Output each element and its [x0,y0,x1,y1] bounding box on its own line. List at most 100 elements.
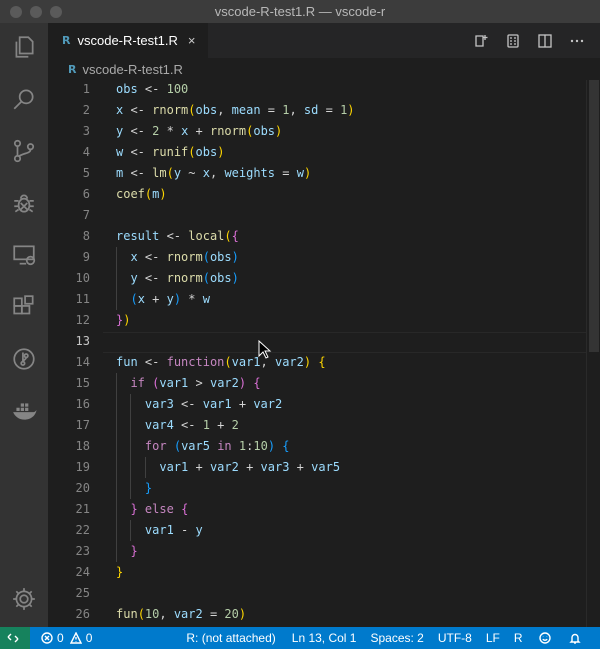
line-number[interactable]: 24 [48,562,90,583]
line-number[interactable]: 18 [48,436,90,457]
tab-vscode-r-test1[interactable]: R vscode-R-test1.R × [48,23,208,58]
feedback-smiley-icon[interactable] [534,627,560,649]
line-number[interactable]: 23 [48,541,90,562]
more-actions-icon[interactable] [568,32,586,50]
code-line[interactable]: 15 if (var1 > var2) { [48,373,586,394]
code-line[interactable]: 24} [48,562,586,583]
code-line[interactable]: 17 var4 <- 1 + 2 [48,415,586,436]
code-text: y <- rnorm(obs) [116,268,238,289]
line-number[interactable]: 26 [48,604,90,625]
code-token: obs [195,145,218,159]
line-number[interactable]: 13 [48,331,90,352]
line-number[interactable]: 14 [48,352,90,373]
code-line[interactable]: 4 w <- runif(obs) [48,142,586,163]
line-number[interactable]: 25 [48,583,90,604]
encoding-status[interactable]: UTF-8 [433,627,477,649]
line-number[interactable]: 5 [48,163,90,184]
docker-icon[interactable] [0,387,48,435]
code-line[interactable]: 19 var1 + var2 + var3 + var5 [48,457,586,478]
code-token: = [275,166,297,180]
code-editor[interactable]: 1 obs <- 100 2 x <- rnorm(obs, mean = 1, sd… [48,80,600,627]
eol-status[interactable]: LF [481,627,505,649]
code-line[interactable]: 7 [48,205,586,226]
line-number[interactable]: 3 [48,121,90,142]
line-number[interactable]: 4 [48,142,90,163]
breadcrumb-file[interactable]: vscode-R-test1.R [82,62,182,77]
code-line[interactable]: 22 var1 - y [48,520,586,541]
editor-scrollbar[interactable] [586,80,600,627]
code-line[interactable]: 6 coef(m) [48,184,586,205]
explorer-icon[interactable] [0,23,48,71]
notifications-bell-icon[interactable] [564,627,590,649]
line-number[interactable]: 20 [48,478,90,499]
code-line[interactable]: 23 } [48,541,586,562]
code-line[interactable]: 21 } else { [48,499,586,520]
code-token: <- [123,166,153,180]
code-line[interactable]: 25 [48,583,586,604]
indentation-status[interactable]: Spaces: 2 [365,627,428,649]
close-icon[interactable]: × [188,33,196,48]
code-line[interactable]: 20 } [48,478,586,499]
debug-icon[interactable] [0,179,48,227]
code-token: { [318,355,326,369]
line-number[interactable]: 9 [48,247,90,268]
preview-icon[interactable] [504,32,522,50]
line-number[interactable]: 17 [48,415,90,436]
line-number[interactable]: 12 [48,310,90,331]
split-editor-icon[interactable] [536,32,554,50]
scrollbar-thumb[interactable] [589,80,599,352]
breadcrumb[interactable]: R vscode-R-test1.R [48,58,600,80]
code-line[interactable]: 2 x <- rnorm(obs, mean = 1, sd = 1) [48,100,586,121]
code-line[interactable]: 3 y <- 2 * x + rnorm(obs) [48,121,586,142]
code-token: in [217,439,232,453]
code-line[interactable]: 10 y <- rnorm(obs) [48,268,586,289]
code-token: var3 [144,397,174,411]
line-number[interactable]: 22 [48,520,90,541]
code-line[interactable]: 12}) [48,310,586,331]
line-number[interactable]: 7 [48,205,90,226]
extensions-icon[interactable] [0,283,48,331]
line-number[interactable]: 8 [48,226,90,247]
cursor-position[interactable]: Ln 13, Col 1 [287,627,362,649]
code-line[interactable]: 16 var3 <- var1 + var2 [48,394,586,415]
remote-indicator[interactable] [0,627,30,649]
line-number[interactable]: 6 [48,184,90,205]
maximize-window-button[interactable] [50,6,62,18]
close-window-button[interactable] [10,6,22,18]
git-graph-icon[interactable] [0,335,48,383]
r-session-status[interactable]: R: (not attached) [181,627,280,649]
language-mode[interactable]: R [509,627,528,649]
code-token: 10 [253,439,268,453]
code-line[interactable]: 9 x <- rnorm(obs) [48,247,586,268]
line-number[interactable]: 19 [48,457,90,478]
source-control-icon[interactable] [0,127,48,175]
problems-indicator[interactable]: 0 0 [36,627,97,649]
code-token: var1 [159,460,189,474]
code-line[interactable]: 8 result <- local({ [48,226,586,247]
line-number[interactable]: 11 [48,289,90,310]
code-token: ( [188,145,196,159]
code-token: mean [231,103,261,117]
run-source-icon[interactable] [472,32,490,50]
line-number[interactable]: 21 [48,499,90,520]
line-number[interactable]: 16 [48,394,90,415]
minimize-window-button[interactable] [30,6,42,18]
code-line[interactable]: 18 for (var5 in 1:10) { [48,436,586,457]
code-line[interactable]: 5 m <- lm(y ~ x, weights = w) [48,163,586,184]
code-token: 10 [144,607,160,621]
search-icon[interactable] [0,75,48,123]
line-number[interactable]: 15 [48,373,90,394]
code-line[interactable]: 26 fun(10, var2 = 20) [48,604,586,625]
remote-explorer-icon[interactable] [0,231,48,279]
code-line[interactable]: 1 obs <- 100 [48,80,586,100]
line-number[interactable]: 2 [48,100,90,121]
line-number[interactable]: 10 [48,268,90,289]
code-token: ( [224,355,232,369]
code-line[interactable]: 11 (x + y) * w [48,289,586,310]
code-line[interactable]: 14 fun <- function(var1, var2) { [48,352,586,373]
settings-gear-icon[interactable] [0,575,48,623]
code-line[interactable]: 13 [48,331,586,352]
window-controls[interactable] [10,6,62,18]
editor-actions [472,23,586,58]
line-number[interactable]: 1 [48,80,90,100]
